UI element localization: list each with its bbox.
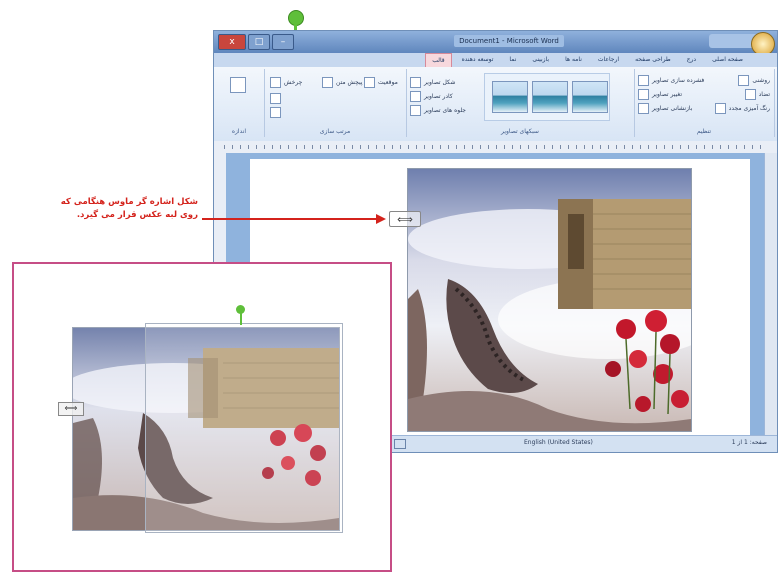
tab-insert[interactable]: درج xyxy=(681,53,702,67)
reset-label: بازنشانی تصاویر xyxy=(652,105,693,112)
annotation-line-1: شکل اشاره گر ماوس هنگامی که xyxy=(60,197,198,207)
position-label: موقعیت xyxy=(378,79,398,86)
crop-icon xyxy=(230,77,246,93)
reset-picture-button[interactable]: بازنشانی تصاویر xyxy=(638,103,692,114)
group-arrange-label: مرتب سازی xyxy=(319,128,351,135)
annotation-line-2: روی لبه عکس قرار می گیرد. xyxy=(76,210,198,220)
vertical-scrollbar[interactable] xyxy=(764,153,777,438)
tab-home[interactable]: صفحه اصلی xyxy=(706,53,749,67)
tab-mailings[interactable]: نامه ها xyxy=(559,53,588,67)
zoom-rotation-handle-icon xyxy=(236,305,245,314)
picture-border-label: کادر تصاویر xyxy=(424,93,453,100)
tab-references[interactable]: ارجاعات xyxy=(592,53,625,67)
recolor-icon xyxy=(714,103,726,114)
picture-effects-button[interactable]: جلوه های تصاویر xyxy=(410,105,466,116)
change-picture-icon xyxy=(638,89,649,100)
picture-shape-icon xyxy=(410,77,421,88)
ribbon: روشنی تضاد رنگ آمیزی مجدد فشرده سازی تصا… xyxy=(214,67,777,142)
group-picture-styles-label: سبکهای تصاویر xyxy=(501,128,539,135)
tab-review[interactable]: بازبینی xyxy=(526,53,555,67)
selected-picture[interactable] xyxy=(407,168,692,432)
close-button[interactable]: x xyxy=(218,34,246,50)
picture-style-3[interactable] xyxy=(492,81,528,113)
recolor-label: رنگ آمیزی مجدد xyxy=(728,105,770,112)
recolor-button[interactable]: رنگ آمیزی مجدد xyxy=(714,103,770,114)
position-icon xyxy=(364,77,375,88)
compress-icon xyxy=(638,75,649,86)
contrast-icon xyxy=(744,89,756,100)
annotation-arrow xyxy=(202,218,378,220)
group-size-label: اندازه xyxy=(231,128,247,135)
rotated-ghost-outline xyxy=(145,323,343,533)
contrast-button[interactable]: تضاد xyxy=(744,89,770,100)
text-wrapping-label: پیچش متن xyxy=(336,79,363,86)
resize-cursor-icon: ⟺ xyxy=(389,211,421,227)
annotation-arrow-head xyxy=(376,214,386,224)
send-back-button[interactable] xyxy=(270,107,281,118)
group-picture-styles: شکل تصاویر کادر تصاویر جلوه های تصاویر س… xyxy=(406,69,635,137)
picture-border-icon xyxy=(410,91,421,102)
rotate-icon xyxy=(270,77,281,88)
page-count[interactable]: صفحه: 1 از 1 xyxy=(732,439,767,446)
picture-effects-icon xyxy=(410,105,421,116)
crop-button[interactable] xyxy=(230,77,246,93)
position-button[interactable]: موقعیت xyxy=(364,77,398,88)
brightness-icon xyxy=(738,75,750,86)
tab-developer[interactable]: توسعه دهنده xyxy=(456,53,500,67)
brightness-label: روشنی xyxy=(752,77,770,84)
zoom-rotation-stem xyxy=(240,313,242,325)
ribbon-tabs: صفحه اصلی درج طراحی صفحه ارجاعات نامه ها… xyxy=(214,53,777,67)
annotation-text: شکل اشاره گر ماوس هنگامی که روی لبه عکس … xyxy=(10,196,198,222)
minimize-button[interactable]: – xyxy=(272,34,294,50)
picture-effects-label: جلوه های تصاویر xyxy=(424,107,467,114)
compress-pictures-button[interactable]: فشرده سازی تصاویر xyxy=(638,75,704,86)
brightness-button[interactable]: روشنی xyxy=(738,75,770,86)
tab-view[interactable]: نما xyxy=(503,53,522,67)
contrast-label: تضاد xyxy=(758,91,770,98)
title-bar: x □ – Document1 - Microsoft Word xyxy=(214,31,777,53)
rotate-button[interactable]: چرخش xyxy=(270,77,302,88)
bring-front-icon xyxy=(270,93,281,104)
picture-border-button[interactable]: کادر تصاویر xyxy=(410,91,453,102)
picture-shape-label: شکل تصاویر xyxy=(424,79,456,86)
group-size: اندازه xyxy=(214,69,265,137)
compress-label: فشرده سازی تصاویر xyxy=(652,77,705,84)
text-wrapping-button[interactable]: پیچش متن xyxy=(322,77,363,88)
picture-style-1[interactable] xyxy=(572,81,608,113)
send-back-icon xyxy=(270,107,281,118)
text-wrap-icon xyxy=(322,77,333,88)
maximize-button[interactable]: □ xyxy=(248,34,270,50)
bring-front-button[interactable] xyxy=(270,93,281,104)
tab-format[interactable]: قالب xyxy=(425,53,452,67)
reset-icon xyxy=(638,103,649,114)
change-picture-label: تغییر تصاویر xyxy=(652,91,682,98)
group-adjust: روشنی تضاد رنگ آمیزی مجدد فشرده سازی تصا… xyxy=(634,69,775,137)
view-icon[interactable] xyxy=(394,439,406,449)
picture-style-2[interactable] xyxy=(532,81,568,113)
change-picture-button[interactable]: تغییر تصاویر xyxy=(638,89,682,100)
picture-artwork xyxy=(408,169,691,431)
window-title: Document1 - Microsoft Word xyxy=(454,35,564,47)
group-adjust-label: تنظیم xyxy=(696,128,712,135)
rotate-label: چرخش xyxy=(284,79,303,86)
language-indicator[interactable]: English (United States) xyxy=(524,439,593,446)
picture-shape-button[interactable]: شکل تصاویر xyxy=(410,77,455,88)
group-arrange: موقعیت پیچش متن چرخش مرتب سازی xyxy=(264,69,407,137)
tab-page-layout[interactable]: طراحی صفحه xyxy=(629,53,677,67)
zoom-resize-cursor-icon: ⟺ xyxy=(58,402,84,416)
